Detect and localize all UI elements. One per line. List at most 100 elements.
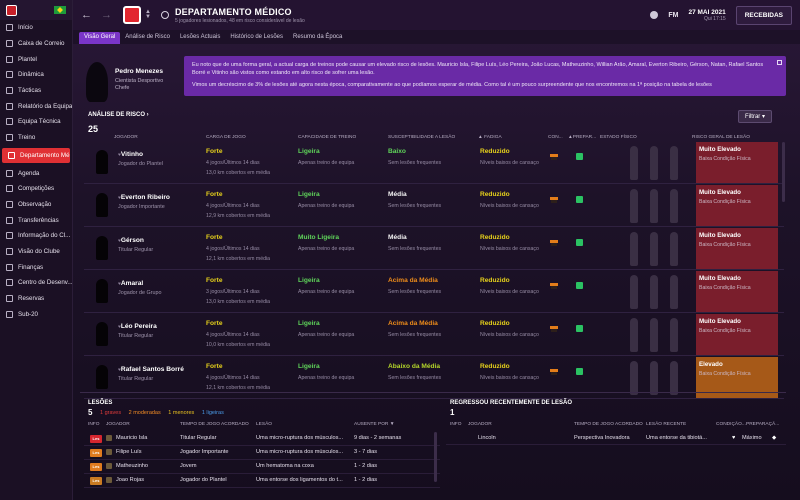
returns-title[interactable]: REGRESSOU RECENTEMENTE DE LESÃO (450, 400, 572, 406)
search-icon[interactable] (160, 11, 169, 19)
player-avatar[interactable] (96, 150, 108, 174)
risk-scrollbar[interactable] (782, 142, 785, 202)
injury-player[interactable]: Matheuzinho (116, 463, 148, 469)
club-icon[interactable] (650, 11, 659, 19)
sidebar-item-4[interactable]: Tácticas (0, 83, 72, 99)
club-badge-icon[interactable] (6, 4, 17, 16)
injury-player[interactable]: Joao Rojas (116, 477, 144, 483)
inbox-button[interactable]: RECEBIDAS (735, 5, 792, 25)
sidebar-item-12[interactable]: Transferências (0, 212, 72, 228)
player-avatar[interactable] (96, 236, 108, 260)
team-badge-icon[interactable] (123, 6, 141, 24)
col-header-susceptibility[interactable]: SUSCEPTIBILIDADE A LESÃO (388, 135, 455, 140)
player-name[interactable]: Rafael Santos Borré (118, 366, 184, 373)
col-header-training[interactable]: CAPACIDADE DE TREINO (298, 135, 356, 140)
injuries-title[interactable]: LESÕES (88, 400, 112, 406)
filter-button[interactable]: Filtrar ▾ (737, 110, 772, 123)
col-header-prep[interactable]: ▲PREPAR... (568, 135, 596, 140)
risk-row[interactable]: Amaral Jogador de Grupo Forte 3 jogos/Últim… (84, 271, 784, 313)
sidebar-item-1[interactable]: Caixa de Correio (0, 36, 72, 52)
risk-row[interactable]: Gérson Titular Regular Forte 4 jogos/Último… (84, 228, 784, 270)
risk-row[interactable]: Everton Ribeiro Jogador Importante Forte 4 … (84, 185, 784, 227)
tab-3[interactable]: Histórico de Lesões (225, 32, 288, 44)
col-header-physical[interactable]: ESTADO FÍSICO (600, 135, 637, 140)
overall-risk-cell[interactable]: Muito Elevado Baixa Condição Física (696, 314, 778, 355)
sidebar-item-0[interactable]: Início (0, 20, 72, 36)
nation-flag-icon[interactable] (54, 6, 66, 14)
sidebar-item-6[interactable]: Equipa Técnica (0, 114, 72, 130)
player-name[interactable]: Gérson (118, 237, 144, 244)
tab-0[interactable]: Visão Geral (79, 32, 121, 44)
sidebar-item-16[interactable]: Centro de Desenv... (0, 275, 72, 291)
sidebar-item-8[interactable]: Departamento Mé... (2, 147, 70, 164)
sidebar-item-3[interactable]: Dinâmica (0, 67, 72, 83)
sidebar-item-2[interactable]: Plantel (0, 51, 72, 67)
col-header-load[interactable]: CARGA DE JOGO (206, 135, 246, 140)
ret-col-prep[interactable]: PREPARAÇÃ... (746, 422, 779, 427)
ret-col-condition[interactable]: CONDIÇÃO... (716, 422, 746, 427)
risk-row[interactable]: Vitinho Jogador do Plantel Forte 4 jogos/Úl… (84, 142, 784, 184)
inj-col-injury[interactable]: LESÃO (256, 422, 272, 427)
player-name[interactable]: Everton Ribeiro (118, 194, 170, 201)
sidebar-item-7[interactable]: Treino (0, 130, 72, 146)
ret-col-player[interactable]: JOGADOR (468, 422, 492, 427)
return-row[interactable]: Lincoln Perspectiva Inovadora Uma entorse … (446, 432, 786, 445)
sidebar-item-11[interactable]: Observação (0, 197, 72, 213)
inj-col-out-label: AUSENTE POR (354, 422, 389, 427)
tab-2[interactable]: Lesões Actuais (175, 32, 225, 44)
injury-player[interactable]: Filipe Luís (116, 449, 142, 455)
overall-risk-cell[interactable]: Muito Elevado Baixa Condição Física (696, 228, 778, 269)
sidebar-item-13[interactable]: Informação do Cl... (0, 228, 72, 244)
injury-row[interactable]: Les Mauricio Isla Titular Regular Uma micro… (84, 432, 440, 446)
player-name[interactable]: Léo Pereira (118, 323, 157, 330)
sidebar-item-14[interactable]: Visão do Clube (0, 244, 72, 260)
sidebar-item-9[interactable]: Agenda (0, 165, 72, 181)
sidebar-item-5[interactable]: Relatório da Equipa (0, 98, 72, 114)
risk-row[interactable]: Léo Pereira Titular Regular Forte 4 jogos/Ú… (84, 314, 784, 356)
col-header-player[interactable]: JOGADOR (114, 135, 138, 140)
player-avatar[interactable] (96, 193, 108, 217)
sidebar-item-15[interactable]: Finanças (0, 259, 72, 275)
injury-player[interactable]: Mauricio Isla (116, 435, 147, 441)
inj-col-time[interactable]: TEMPO DE JOGO ACORDADO (180, 422, 249, 427)
player-avatar[interactable] (96, 279, 108, 303)
sidebar-item-10[interactable]: Competições (0, 181, 72, 197)
inj-col-out[interactable]: AUSENTE POR ▼ (354, 422, 394, 427)
back-arrow-icon[interactable]: ← (81, 9, 93, 21)
staff-avatar[interactable] (86, 62, 108, 102)
inj-col-player[interactable]: JOGADOR (106, 422, 130, 427)
tab-1[interactable]: Análise de Risco (120, 32, 175, 44)
overall-risk-cell[interactable]: Muito Elevado Baixa Condição Física (696, 271, 778, 312)
overall-risk-value: Muito Elevado (699, 146, 741, 153)
col-header-fatigue[interactable]: ▲ FADIGA (478, 135, 502, 140)
team-switch-chevron-icon[interactable]: ▲ ▼ (145, 9, 151, 20)
ret-col-time[interactable]: TEMPO DE JOGO ACORDADO (574, 422, 643, 427)
injury-row[interactable]: Les Joao Rojas Jogador do Plantel Uma entor… (84, 474, 440, 488)
overall-risk-cell[interactable]: Muito Elevado Baixa Condição Física (696, 185, 778, 226)
collapse-icon[interactable] (777, 60, 782, 65)
ret-col-info[interactable]: INFO (450, 422, 461, 427)
risk-analysis-title[interactable]: ANÁLISE DE RISCO › (88, 112, 149, 118)
player-name[interactable]: Amaral (118, 280, 143, 287)
injury-row[interactable]: Les Filipe Luís Jogador Importante Uma micr… (84, 446, 440, 460)
inj-col-info[interactable]: INFO (88, 422, 99, 427)
training-capacity-note: Apenas treino de equipa (298, 246, 355, 252)
forward-arrow-icon[interactable]: → (101, 9, 113, 21)
player-avatar[interactable] (96, 322, 108, 346)
ret-col-injury[interactable]: LESÃO RECENTE (646, 422, 686, 427)
overall-risk-cell[interactable]: Muito Elevado Baixa Condição Física (696, 142, 778, 183)
tab-4[interactable]: Resumo da Época (288, 32, 347, 44)
injury-scrollbar[interactable] (434, 432, 437, 482)
col-header-overall-risk[interactable]: RISCO GERAL DE LESÃO (692, 135, 750, 140)
player-name[interactable]: Vitinho (118, 151, 143, 158)
match-load-value: Forte (206, 320, 223, 327)
staff-name[interactable]: Pedro Menezes (115, 68, 163, 75)
return-player[interactable]: Lincoln (478, 435, 496, 441)
sidebar-item-17[interactable]: Reservas (0, 291, 72, 307)
fm-logo[interactable]: FM (668, 12, 678, 19)
col-header-condition[interactable]: CON... (548, 135, 563, 140)
player-avatar[interactable] (96, 365, 108, 389)
training-capacity-note: Apenas treino de equipa (298, 289, 355, 295)
sidebar-item-18[interactable]: Sub-20 (0, 306, 72, 322)
injury-row[interactable]: Les Matheuzinho Jovem Um hematoma na coxa 1 … (84, 460, 440, 474)
